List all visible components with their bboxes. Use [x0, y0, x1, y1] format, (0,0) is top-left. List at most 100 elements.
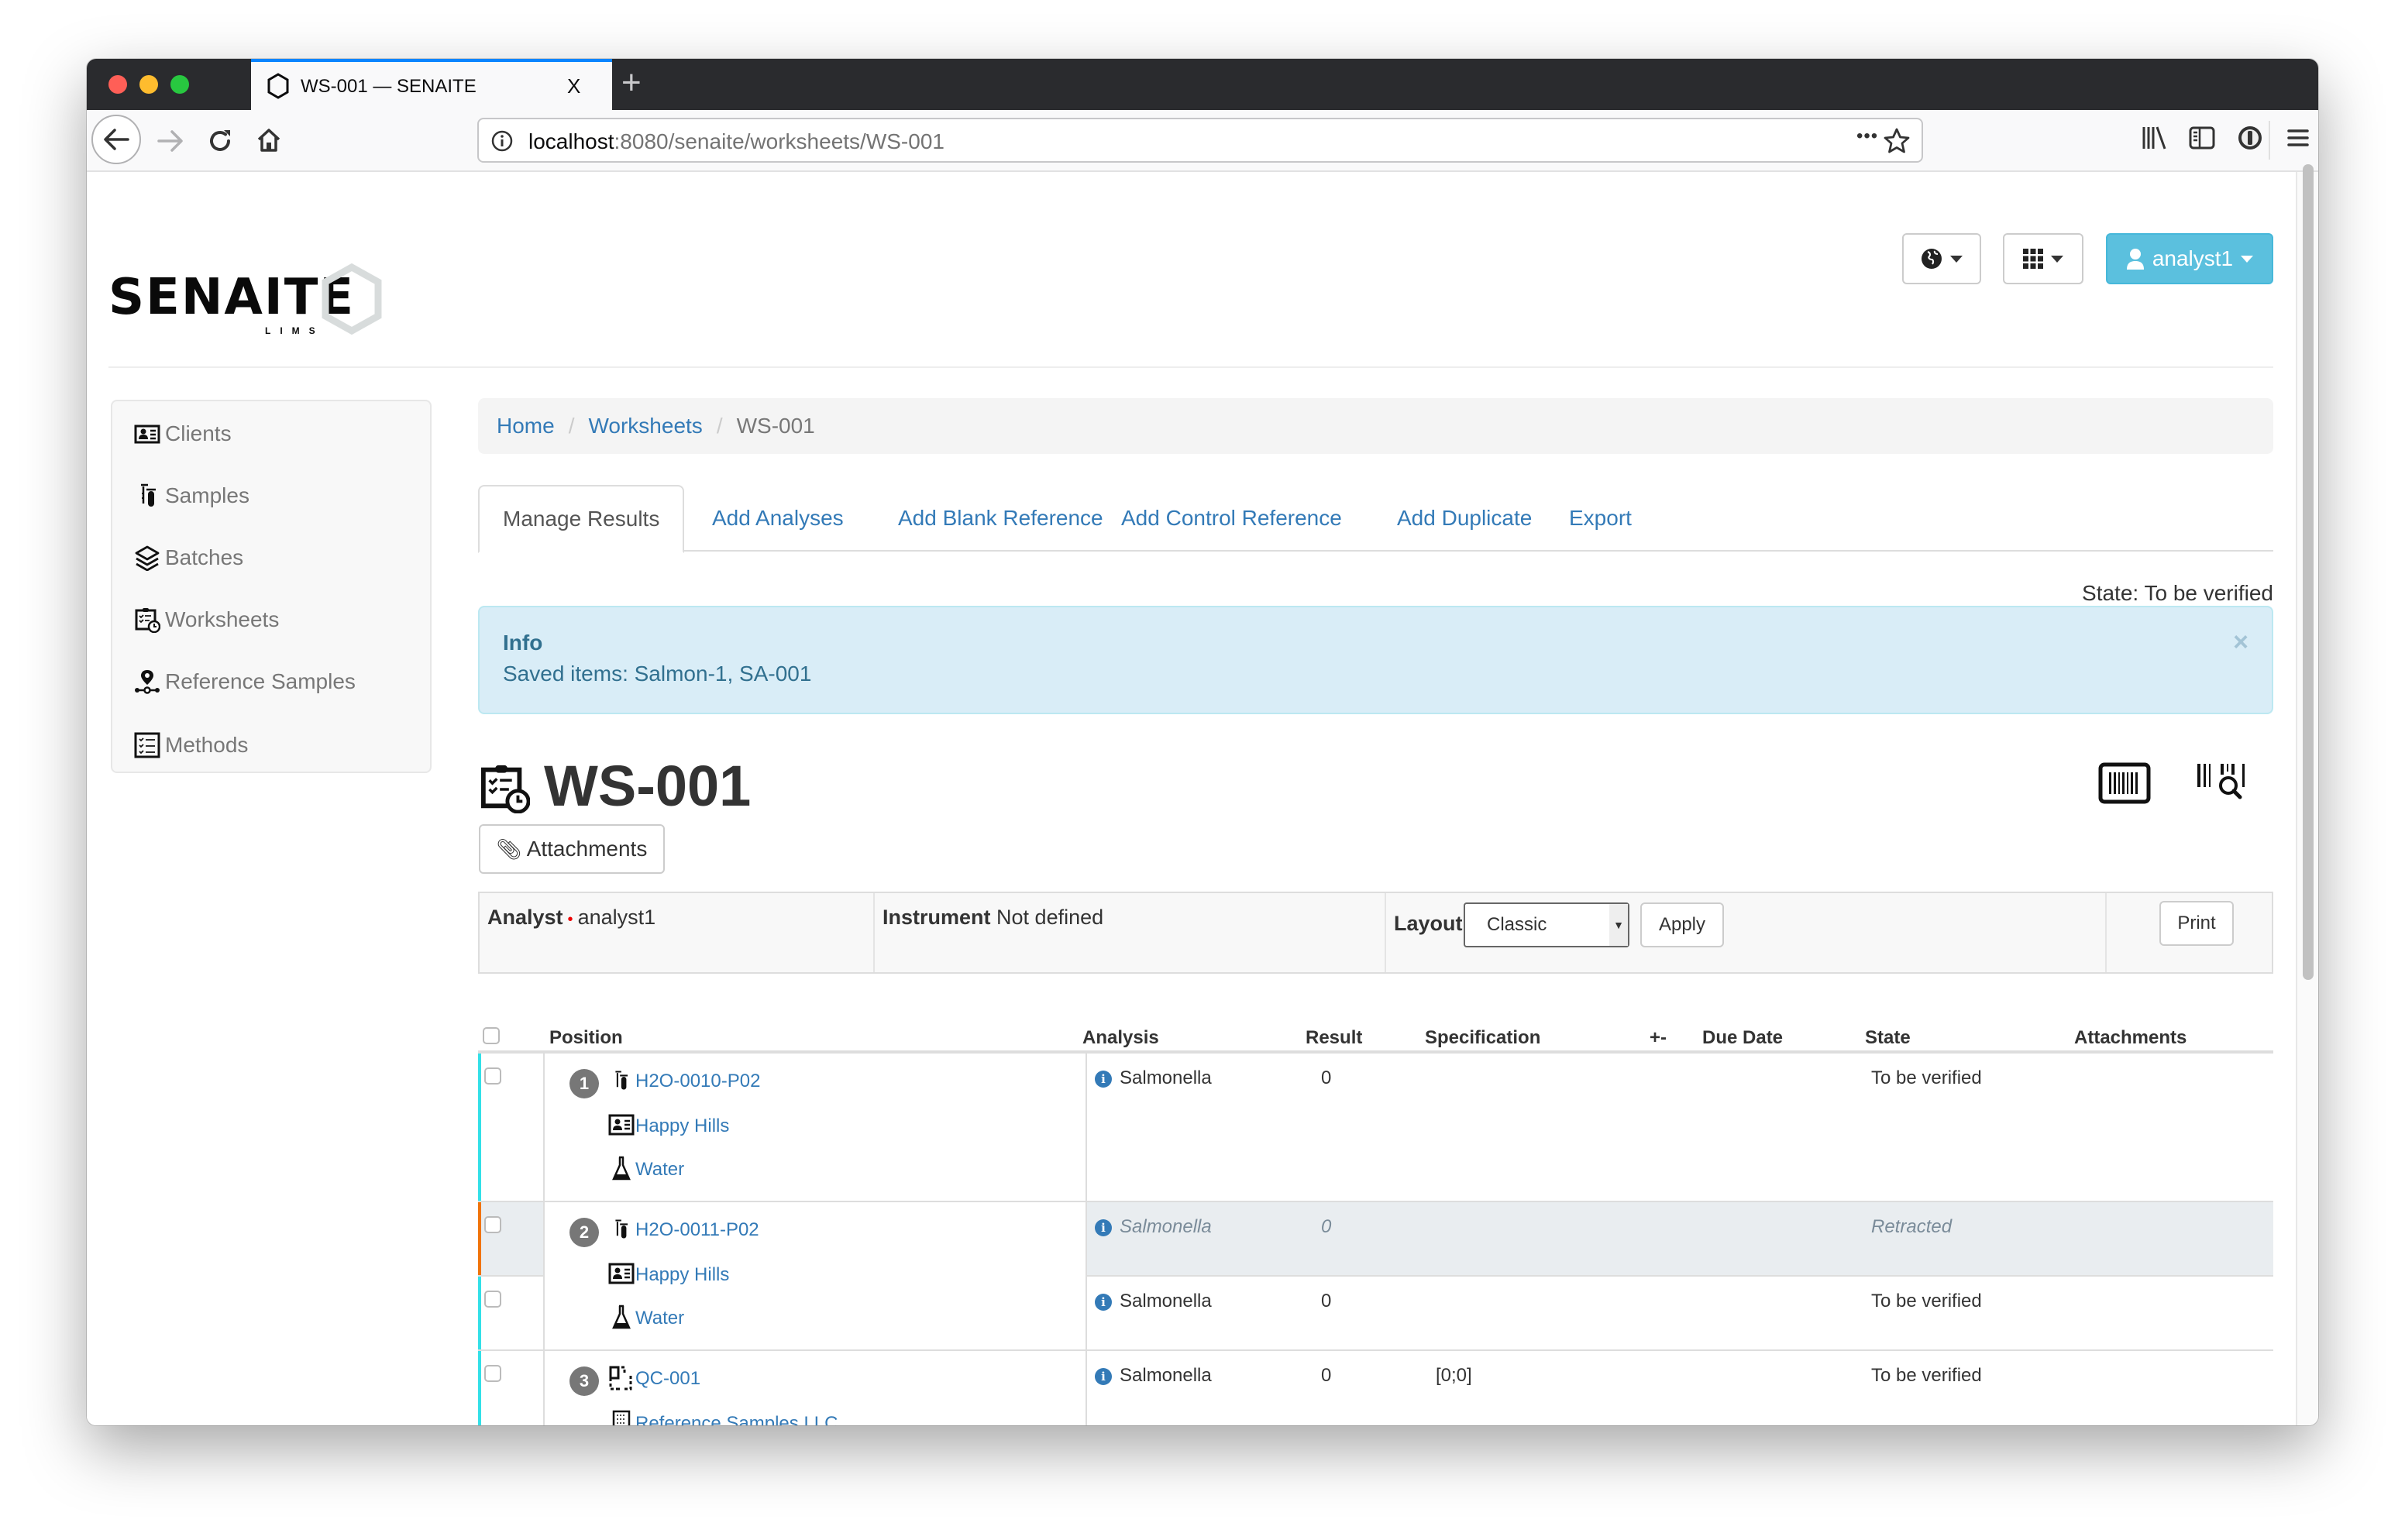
tab-add-duplicate[interactable]: Add Duplicate — [1397, 485, 1532, 552]
sidebar-item-clients[interactable]: Clients — [134, 418, 232, 449]
sidebar-item-reference-samples[interactable]: Reference Samples — [134, 666, 356, 697]
column-header-due-date[interactable]: Due Date — [1702, 1027, 1783, 1049]
sidebar-item-batches[interactable]: Batches — [134, 542, 243, 573]
apply-layout-button[interactable]: Apply — [1640, 902, 1724, 947]
column-header-result[interactable]: Result — [1306, 1027, 1362, 1049]
supplier-link[interactable]: Reference Samples LLC. — [635, 1413, 843, 1425]
worksheet-info-bar: Analyst • analyst1 Instrument Not defined … — [478, 892, 2273, 974]
logo-subtitle: LIMS — [265, 325, 325, 336]
analysis-name[interactable]: i Salmonella — [1095, 1067, 1212, 1089]
print-button[interactable]: Print — [2159, 901, 2234, 946]
tab-add-blank-reference[interactable]: Add Blank Reference — [898, 485, 1103, 552]
new-tab-button[interactable]: + — [621, 64, 642, 102]
analysis-result: 0 — [1321, 1365, 1332, 1386]
apps-menu-button[interactable] — [2003, 233, 2083, 284]
info-icon[interactable]: i — [1095, 1293, 1112, 1311]
select-all-checkbox[interactable] — [483, 1027, 500, 1044]
logo-text: SENAITE — [108, 269, 356, 326]
maximize-window-button[interactable] — [170, 75, 189, 94]
bookmark-star-icon[interactable] — [1883, 127, 1911, 155]
info-alert: Info Saved items: Salmon-1, SA-001 × — [478, 606, 2273, 714]
url-text[interactable]: localhost:8080/senaite/worksheets/WS-001 — [528, 129, 944, 154]
forward-button[interactable] — [155, 127, 186, 155]
methods-icon — [134, 732, 160, 758]
tab-title: WS-001 — SENAITE — [301, 76, 477, 97]
info-icon[interactable]: i — [1095, 1070, 1112, 1088]
extension-icon[interactable] — [2236, 124, 2264, 152]
row-checkbox[interactable] — [484, 1365, 501, 1382]
url-bar[interactable]: localhost:8080/senaite/worksheets/WS-001… — [477, 118, 1923, 163]
tab-close-icon[interactable]: X — [567, 74, 580, 98]
arrow-left-icon — [104, 129, 129, 150]
column-header-position[interactable]: Position — [549, 1027, 623, 1049]
alert-message: Saved items: Salmon-1, SA-001 — [503, 662, 812, 686]
column-header-uncertainty[interactable]: +- — [1650, 1027, 1667, 1049]
column-header-state[interactable]: State — [1865, 1027, 1911, 1049]
breadcrumb-separator: / — [568, 414, 575, 438]
breadcrumb-worksheets[interactable]: Worksheets — [588, 414, 702, 438]
vertical-scrollbar[interactable] — [2296, 164, 2318, 1425]
site-info-icon[interactable] — [491, 130, 513, 152]
sample-link[interactable]: H2O-0010-P02 — [635, 1071, 760, 1092]
page-actions-icon[interactable]: ••• — [1856, 125, 1878, 147]
language-menu-button[interactable] — [1902, 233, 1981, 284]
analyst-field: Analyst • analyst1 — [480, 893, 875, 972]
close-window-button[interactable] — [108, 75, 127, 94]
reload-button[interactable] — [205, 125, 236, 156]
info-icon[interactable]: i — [1095, 1367, 1112, 1385]
info-icon[interactable]: i — [1095, 1219, 1112, 1236]
toolbar-divider — [2269, 121, 2270, 160]
analysis-name[interactable]: i Salmonella — [1095, 1365, 1212, 1387]
row-checkbox[interactable] — [484, 1216, 501, 1233]
analysis-name[interactable]: i Salmonella — [1095, 1216, 1212, 1238]
reference-sample-link[interactable]: QC-001 — [635, 1368, 700, 1390]
barcode-print-icon[interactable] — [2098, 762, 2151, 804]
barcode-search-icon[interactable] — [2196, 761, 2250, 804]
browser-tab[interactable]: WS-001 — SENAITE X — [251, 59, 612, 110]
analysis-result: 0 — [1321, 1216, 1332, 1237]
tab-add-control-reference[interactable]: Add Control Reference — [1121, 485, 1342, 552]
row-checkbox[interactable] — [484, 1291, 501, 1308]
sample-link[interactable]: H2O-0011-P02 — [635, 1219, 759, 1241]
sample-type-link[interactable]: Water — [635, 1308, 684, 1329]
sidebar-item-methods[interactable]: Methods — [134, 730, 248, 761]
breadcrumb-home[interactable]: Home — [497, 414, 555, 438]
row-checkbox[interactable] — [484, 1067, 501, 1085]
sample-type-link[interactable]: Water — [635, 1159, 684, 1181]
analyst-label: Analyst — [487, 906, 563, 929]
sidebar-toggle-icon[interactable] — [2188, 124, 2216, 152]
back-button[interactable] — [91, 115, 141, 164]
user-menu-button[interactable]: analyst1 — [2106, 233, 2273, 284]
column-header-specification[interactable]: Specification — [1425, 1027, 1540, 1049]
instrument-field: Instrument Not defined — [875, 893, 1386, 972]
retracted-row-background — [1087, 1202, 2273, 1275]
batches-icon — [135, 545, 160, 571]
tab-export[interactable]: Export — [1569, 485, 1632, 552]
column-header-analysis[interactable]: Analysis — [1082, 1027, 1159, 1049]
position-number-badge: 2 — [569, 1218, 599, 1247]
attachments-button[interactable]: 📎︎ Attachments — [479, 824, 665, 874]
supplier-icon — [612, 1410, 631, 1425]
user-name: analyst1 — [2152, 246, 2234, 270]
analysis-state: To be verified — [1871, 1365, 1982, 1386]
library-icon[interactable] — [2140, 124, 2168, 152]
home-button[interactable] — [253, 124, 285, 156]
tab-manage-results[interactable]: Manage Results — [478, 485, 685, 553]
analysis-name[interactable]: i Salmonella — [1095, 1291, 1212, 1312]
hamburger-menu-icon[interactable] — [2286, 125, 2310, 150]
client-icon — [608, 1114, 635, 1136]
sidebar-item-samples[interactable]: Samples — [134, 480, 249, 511]
layout-select[interactable]: Classic ▼ — [1464, 902, 1629, 947]
client-link[interactable]: Happy Hills — [635, 1264, 729, 1286]
analyst-value[interactable]: analyst1 — [578, 906, 656, 929]
clients-icon — [134, 425, 160, 444]
client-link[interactable]: Happy Hills — [635, 1115, 729, 1137]
tab-add-analyses[interactable]: Add Analyses — [712, 485, 844, 552]
alert-close-icon[interactable]: × — [2233, 627, 2248, 658]
globe-icon — [1922, 249, 1942, 269]
sidebar-item-worksheets[interactable]: Worksheets — [134, 604, 279, 635]
minimize-window-button[interactable] — [139, 75, 158, 94]
scrollbar-thumb[interactable] — [2303, 164, 2314, 980]
browser-window: WS-001 — SENAITE X + localhost:8080/sena… — [87, 59, 2318, 1425]
column-header-attachments[interactable]: Attachments — [2074, 1027, 2187, 1049]
